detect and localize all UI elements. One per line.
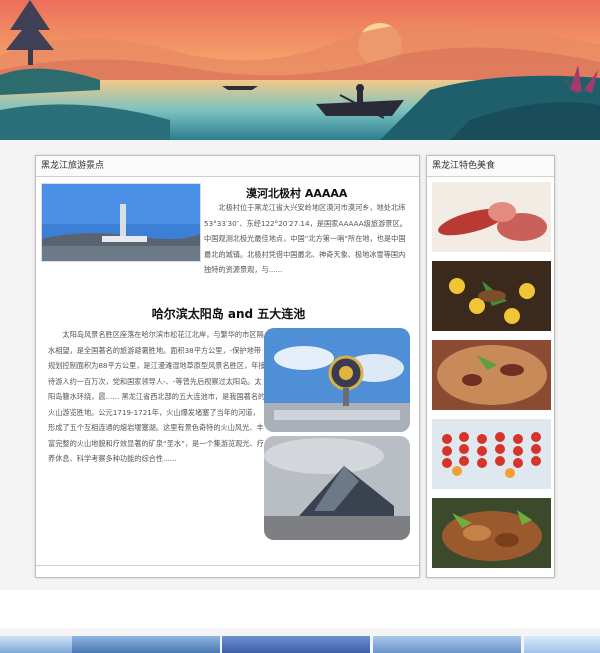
article1-title: 漠河北极村 AAAAA [246, 187, 348, 200]
hero-banner [0, 0, 600, 140]
food-image-sausage [432, 182, 551, 252]
food-image-stew [432, 261, 551, 331]
food-panel: 黑龙江特色美食 [426, 155, 555, 578]
article1-text: 北极村位于黑龙江省大兴安岭地区漠河市漠河乡，地处北纬53°33′30″、东经12… [204, 203, 407, 274]
food-image-pork-dish [432, 498, 551, 568]
food-image-braised-dish [432, 340, 551, 410]
attractions-panel-header: 黑龙江旅游景点 [36, 156, 419, 177]
bottom-thumb [524, 636, 600, 653]
sun-island-image [264, 328, 410, 432]
attractions-panel: 黑龙江旅游景点 漠河北极村 AAAAA 北极村位于黑龙江省大兴安岭地区漠河市漠河… [35, 155, 420, 578]
article2-text: 太阳岛风景名胜区座落在哈尔滨市松花江北岸，与繁华的市区隔水相望，是全国著名的旅游… [48, 330, 266, 463]
footer-band [0, 590, 600, 628]
bottom-thumb [373, 636, 521, 653]
panel-divider [36, 565, 419, 566]
bottom-image-strip [0, 636, 600, 653]
food-panel-header: 黑龙江特色美食 [427, 156, 554, 177]
article2-title: 哈尔滨太阳岛 and 五大连池 [151, 307, 306, 321]
food-image-candied-haws [432, 419, 551, 489]
beiji-village-image [41, 183, 201, 262]
bottom-thumb [72, 636, 220, 653]
landscape-illustration [0, 0, 600, 140]
wudalianchi-image [264, 436, 410, 540]
bottom-thumb [222, 636, 370, 653]
